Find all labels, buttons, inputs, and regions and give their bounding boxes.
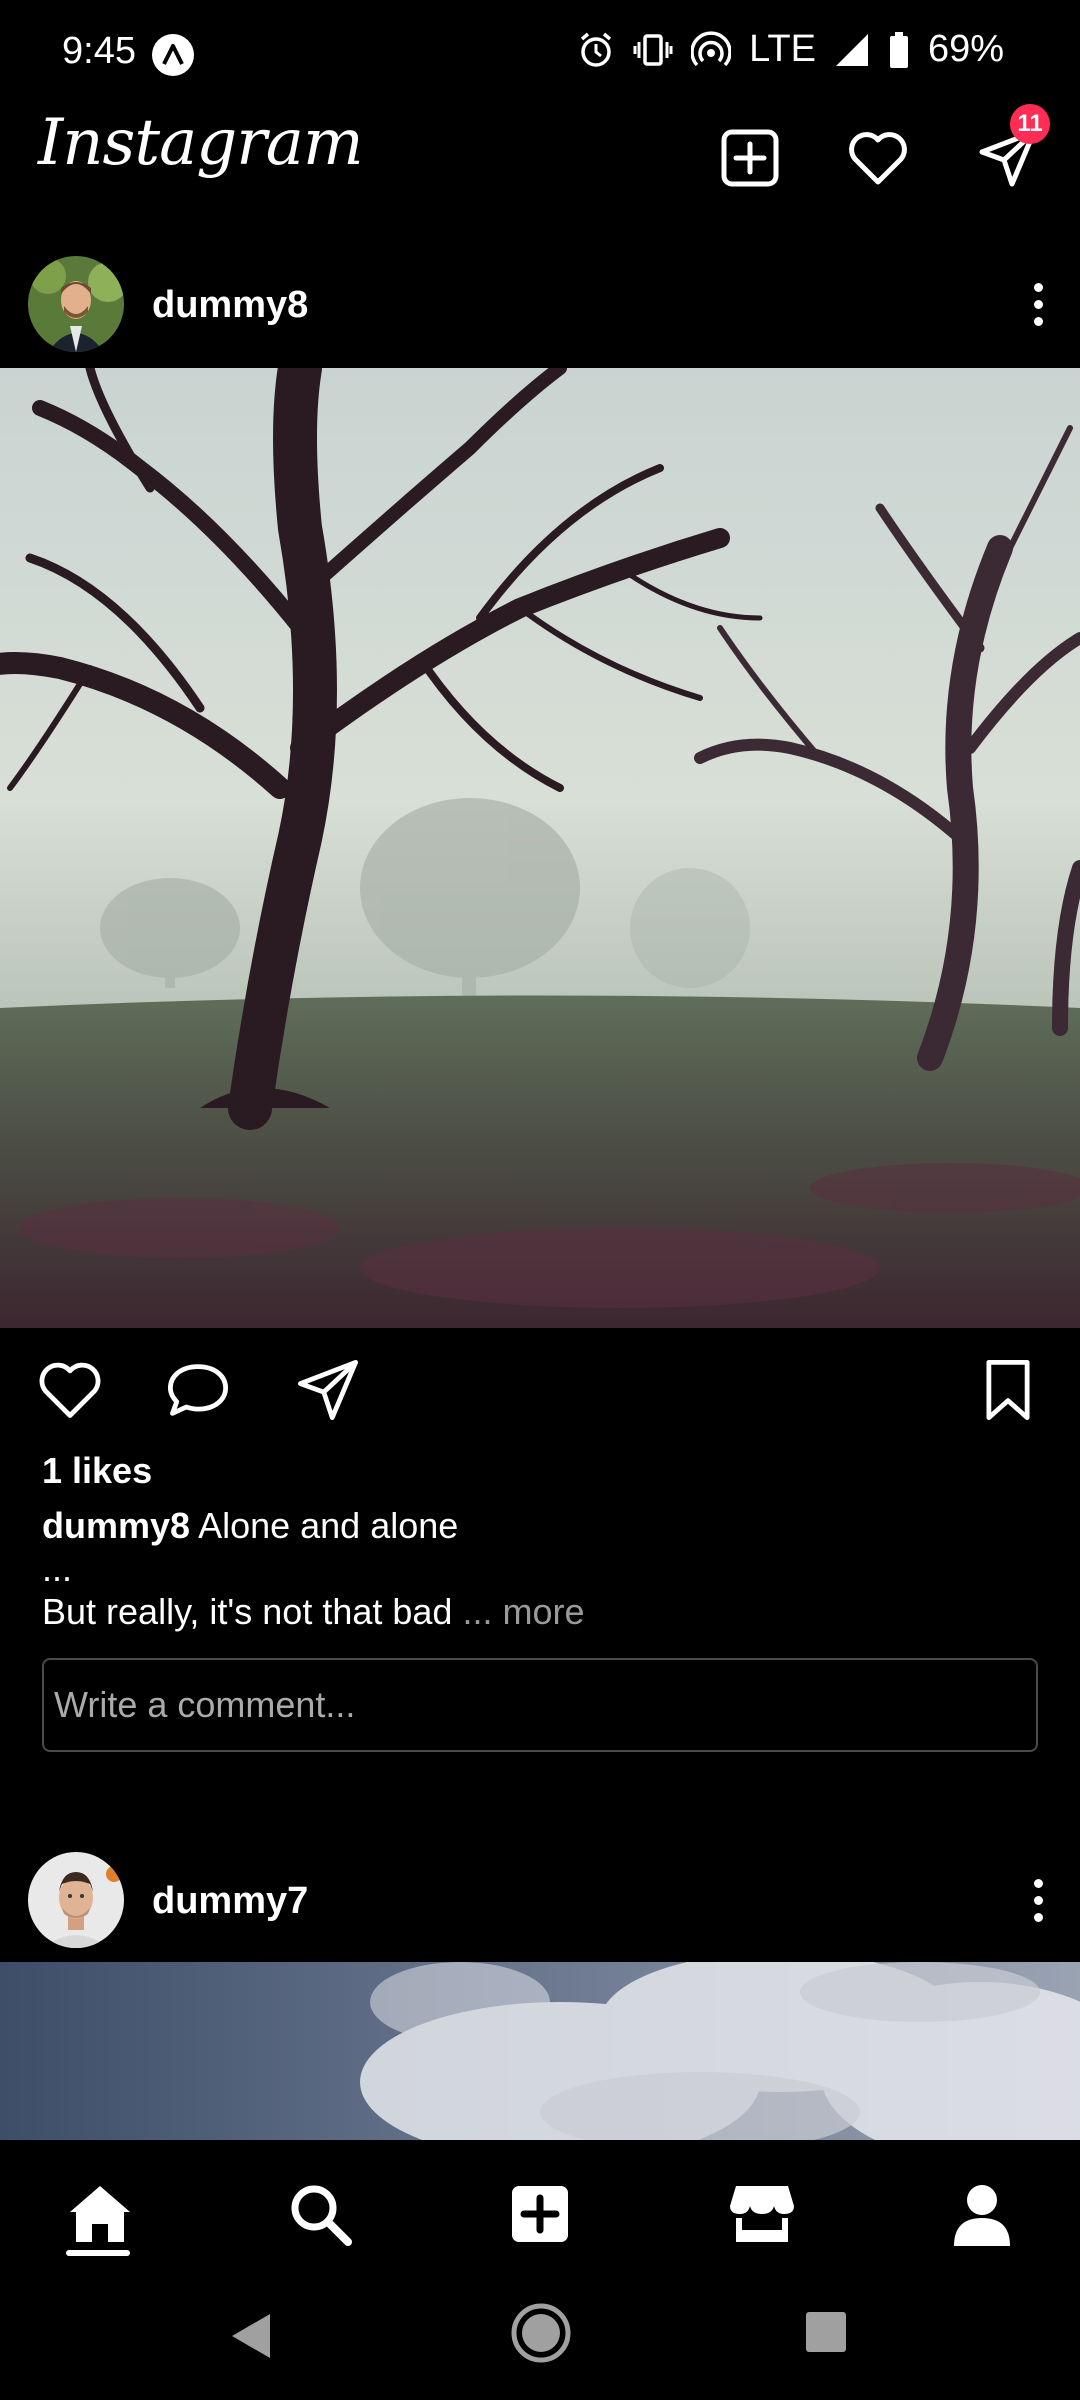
vibrate-icon <box>633 32 673 68</box>
caption-text-line2: ... <box>42 1548 73 1589</box>
bottom-navigation <box>0 2140 1080 2280</box>
search-icon[interactable] <box>284 2178 356 2250</box>
signal-icon <box>834 32 870 68</box>
caption-more-link[interactable]: ... more <box>462 1591 584 1632</box>
add-post-icon[interactable] <box>718 126 782 190</box>
arrow-app-icon <box>152 34 194 76</box>
comment-input[interactable]: Write a comment... <box>42 1658 1038 1752</box>
hotspot-icon <box>691 30 732 69</box>
bookmark-icon[interactable] <box>974 1356 1042 1424</box>
status-bar: 9:45 LTE 69% <box>0 0 1080 100</box>
likes-count[interactable]: 1 likes <box>42 1450 152 1492</box>
post-actions <box>0 1328 1080 1448</box>
post-header: dummy7 <box>0 1836 1080 1964</box>
caption-username[interactable]: dummy8 <box>42 1505 190 1546</box>
post-image[interactable] <box>0 368 1080 1328</box>
like-icon[interactable] <box>36 1356 104 1424</box>
back-icon[interactable] <box>224 2308 276 2369</box>
status-time: 9:45 <box>62 30 136 72</box>
avatar[interactable] <box>28 256 124 352</box>
post-username[interactable]: dummy7 <box>152 1880 308 1923</box>
profile-icon[interactable] <box>946 2178 1018 2250</box>
heart-icon[interactable] <box>846 126 910 190</box>
caption-text-line3: But really, it's not that bad <box>42 1591 453 1632</box>
more-options-icon[interactable] <box>1018 272 1058 336</box>
post-caption: dummy8 Alone and alone ... But really, i… <box>42 1503 1042 1635</box>
more-options-icon[interactable] <box>1018 1868 1058 1932</box>
active-tab-indicator <box>66 2250 130 2256</box>
home-button-icon[interactable] <box>510 2302 572 2369</box>
home-icon[interactable] <box>64 2178 136 2250</box>
app-bar: Instagram <box>0 100 1080 240</box>
status-icons: LTE 69% <box>577 28 1004 71</box>
post-username[interactable]: dummy8 <box>152 284 308 327</box>
add-icon[interactable] <box>504 2178 576 2250</box>
alarm-icon <box>577 31 615 69</box>
share-icon[interactable] <box>294 1356 362 1424</box>
network-type: LTE <box>749 28 816 70</box>
battery-percent: 69% <box>927 28 1004 70</box>
instagram-logo: Instagram <box>38 106 364 180</box>
recents-icon[interactable] <box>804 2310 848 2359</box>
battery-icon <box>888 31 910 69</box>
comment-icon[interactable] <box>164 1356 232 1424</box>
caption-text-line1: Alone and alone <box>198 1505 459 1546</box>
avatar[interactable] <box>28 1852 124 1948</box>
shop-icon[interactable] <box>726 2178 798 2250</box>
system-navigation-bar <box>0 2280 1080 2400</box>
post-header: dummy8 <box>0 240 1080 368</box>
post-image[interactable] <box>0 1962 1080 2140</box>
messages-badge: 11 <box>1010 104 1050 144</box>
